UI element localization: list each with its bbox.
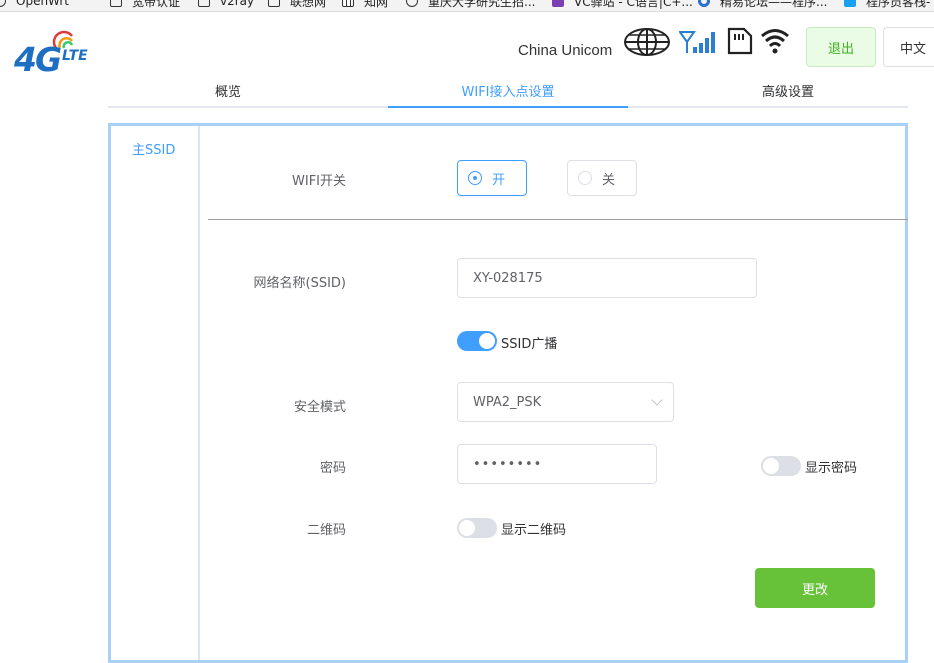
ssid-broadcast-switch[interactable] [457,331,497,351]
page-icon [110,0,122,7]
logout-button[interactable]: 退出 [806,27,876,67]
main-tabs: 概览 WIFI接入点设置 高级设置 [108,74,908,108]
ssid-broadcast-label: SSID广播 [501,337,558,352]
wifi-off-radio[interactable]: 关 [567,160,637,196]
show-password-switch[interactable] [761,456,801,476]
tab-wifi-ap-settings[interactable]: WIFI接入点设置 [388,74,628,108]
bookmark-item[interactable]: v2ray [198,0,254,10]
security-mode-label: 安全模式 [293,400,346,415]
security-mode-select[interactable]: WPA2_PSK [457,382,674,422]
wifi-switch-label: WIFI开关 [292,174,346,189]
ssid-sidebar: 主SSID [111,126,200,660]
page-icon [268,0,280,7]
submit-change-button[interactable]: 更改 [755,568,875,608]
logo-lte-text: LTE [62,48,88,64]
wifi-icon [761,29,789,54]
zhiwang-icon [342,0,354,7]
bookmark-item[interactable]: OpenWrt [0,0,69,10]
wifi-on-radio[interactable]: 开 [457,160,527,196]
radio-unchecked-icon [578,171,592,185]
signal-strength-icon [679,31,715,53]
bookmark-item[interactable]: 联想网 [268,0,326,10]
page-icon [198,0,210,7]
sim-card-icon [727,27,753,55]
carrier-name: China Unicom [518,42,613,59]
radio-checked-icon [468,171,482,185]
language-button[interactable]: 中文 [883,27,934,67]
bookmark-item[interactable]: 宽带认证 [110,0,180,10]
wifi-on-label: 开 [492,172,506,188]
ssid-label: 网络名称(SSID) [253,276,347,291]
chevron-down-icon [651,394,663,406]
bookmarks-bar: OpenWrt 宽带认证 v2ray 联想网 知网 重庆大学研究生招... VC… [0,0,934,12]
bookmark-item[interactable]: 知网 [342,0,388,10]
openwrt-icon [0,0,6,7]
show-password-label: 显示密码 [805,461,858,476]
ssid-input[interactable]: XY-028175 [457,258,757,298]
show-qrcode-switch[interactable] [457,518,497,538]
bookmark-item[interactable]: 精易论坛——程序... [698,0,827,10]
section-divider [208,219,908,220]
globe-icon [624,28,670,56]
bookmark-item[interactable]: VC驿站 - C语言|C+... [552,0,693,10]
tab-overview[interactable]: 概览 [108,74,348,106]
tab-advanced-settings[interactable]: 高级设置 [668,74,908,106]
bookmark-item[interactable]: 程序员客栈- [844,0,930,10]
vc-icon [552,0,564,7]
security-mode-value: WPA2_PSK [473,394,542,410]
proginn-icon [844,0,856,7]
show-qrcode-label: 显示二维码 [501,523,567,538]
password-input[interactable]: •••••••• [457,444,657,484]
logo-4g-text: 4G [14,40,62,79]
sidebar-item-main-ssid[interactable]: 主SSID [132,139,175,158]
qrcode-label: 二维码 [306,523,346,538]
bookmark-item[interactable]: 重庆大学研究生招... [406,0,535,10]
university-icon [406,0,418,7]
wifi-off-label: 关 [602,172,616,188]
logo-4g-lte: 4G LTE [12,28,102,79]
jingyi-icon [698,0,710,7]
password-label: 密码 [319,461,346,476]
